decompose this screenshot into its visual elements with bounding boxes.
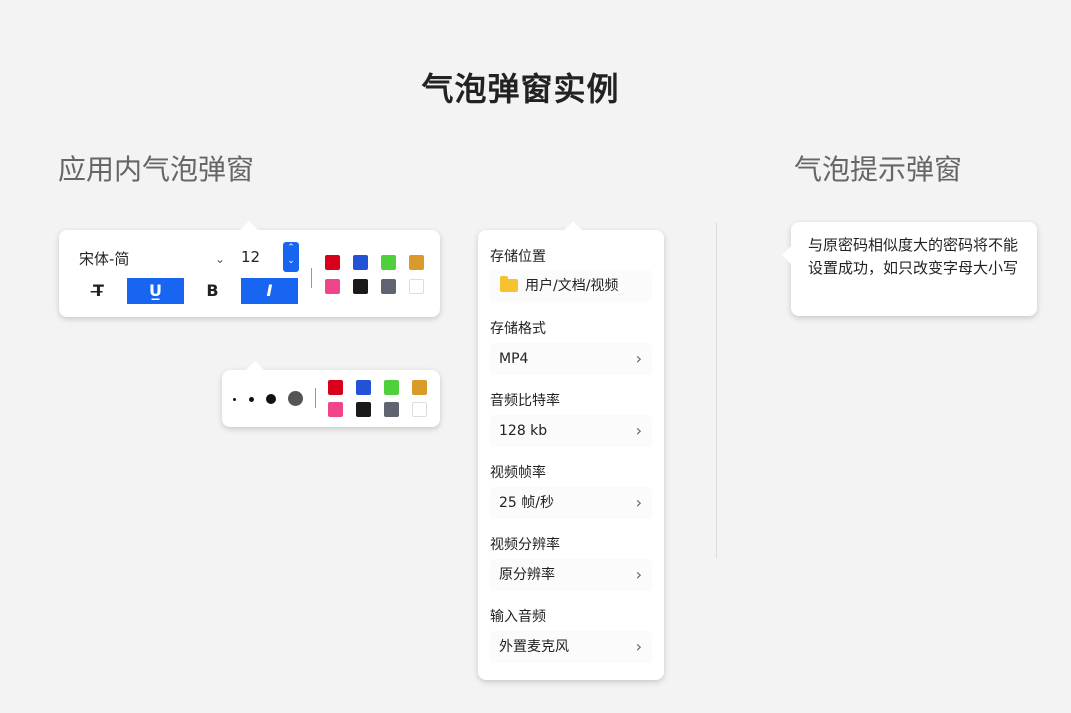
storage-format-label: 存储格式 — [490, 321, 546, 337]
strikethrough-button[interactable]: T̶ — [70, 278, 127, 304]
brush-size-tiny[interactable] — [233, 398, 236, 401]
tip-bubble-heading: 气泡提示弹窗 — [794, 153, 963, 186]
storage-format-select[interactable]: MP4 › — [490, 343, 652, 375]
chevron-down-icon: ⌄ — [214, 252, 225, 266]
folder-icon — [500, 276, 518, 292]
italic-button[interactable]: I — [241, 278, 298, 304]
color-swatch-red[interactable] — [328, 380, 343, 395]
strikethrough-icon: T̶ — [93, 281, 104, 300]
font-family-value: 宋体-简 — [79, 250, 130, 268]
color-swatch-white[interactable] — [409, 279, 424, 294]
audio-bitrate-value: 128 kb — [499, 423, 548, 439]
color-swatch-gold[interactable] — [412, 380, 427, 395]
storage-location-label: 存储位置 — [490, 249, 546, 265]
chevron-right-icon: › — [635, 421, 642, 440]
brush-toolbar-bubble — [222, 361, 440, 427]
font-family-select[interactable]: 宋体-简 ⌄ — [79, 246, 225, 272]
audio-input-select[interactable]: 外置麦克风 › — [490, 631, 652, 663]
video-framerate-label: 视频帧率 — [490, 465, 546, 481]
audio-input-value: 外置麦克风 — [499, 639, 569, 655]
underline-button[interactable]: U̲ — [127, 278, 184, 304]
chevron-up-icon[interactable]: ⌃ — [283, 242, 299, 255]
font-toolbar-bubble: 宋体-简 ⌄ 12 ⌃ ⌄ T̶ U̲ B I — [59, 221, 440, 317]
bubble-arrow — [239, 221, 259, 241]
color-swatch-green[interactable] — [384, 380, 399, 395]
storage-format-value: MP4 — [499, 351, 529, 367]
color-swatch-black[interactable] — [353, 279, 368, 294]
italic-icon: I — [266, 281, 273, 300]
brush-size-small[interactable] — [249, 397, 254, 402]
color-swatch-blue[interactable] — [356, 380, 371, 395]
color-swatch-gray[interactable] — [384, 402, 399, 417]
storage-location-value: 用户/文档/视频 — [525, 278, 619, 294]
color-swatch-black[interactable] — [356, 402, 371, 417]
chevron-right-icon: › — [635, 637, 642, 656]
bubble-arrow — [782, 245, 802, 265]
color-swatch-gold[interactable] — [409, 255, 424, 270]
toolbar-separator — [315, 388, 316, 408]
video-framerate-value: 25 帧/秒 — [499, 495, 554, 511]
chevron-right-icon: › — [635, 565, 642, 584]
color-swatch-red[interactable] — [325, 255, 340, 270]
audio-input-label: 输入音频 — [490, 609, 546, 625]
video-resolution-value: 原分辨率 — [499, 567, 555, 583]
audio-bitrate-label: 音频比特率 — [490, 393, 560, 409]
in-app-bubble-heading: 应用内气泡弹窗 — [58, 153, 255, 186]
chevron-down-icon[interactable]: ⌄ — [283, 255, 299, 268]
underline-icon: U̲ — [149, 281, 162, 300]
page-title: 气泡弹窗实例 — [421, 70, 620, 108]
color-swatch-pink[interactable] — [328, 402, 343, 417]
color-swatch-blue[interactable] — [353, 255, 368, 270]
bold-button[interactable]: B — [184, 278, 241, 304]
tooltip-bubble: 与原密码相似度大的密码将不能设置成功，如只改变字母大小写 — [782, 222, 1037, 316]
color-swatch-green[interactable] — [381, 255, 396, 270]
brush-size-medium[interactable] — [266, 394, 276, 404]
chevron-right-icon: › — [635, 493, 642, 512]
chevron-right-icon: › — [635, 349, 642, 368]
video-resolution-select[interactable]: 原分辨率 › — [490, 559, 652, 591]
toolbar-separator — [311, 268, 312, 288]
video-framerate-select[interactable]: 25 帧/秒 › — [490, 487, 652, 519]
color-swatch-gray[interactable] — [381, 279, 396, 294]
color-swatch-pink[interactable] — [325, 279, 340, 294]
font-size-stepper[interactable]: ⌃ ⌄ — [283, 242, 299, 272]
audio-bitrate-select[interactable]: 128 kb › — [490, 415, 652, 447]
brush-size-large[interactable] — [288, 391, 303, 406]
video-resolution-label: 视频分辨率 — [490, 537, 560, 553]
recording-settings-bubble: 存储位置 用户/文档/视频 存储格式 MP4 › 音频比特率 128 kb › … — [478, 221, 664, 680]
section-divider — [716, 222, 717, 558]
bubble-arrow — [563, 221, 583, 241]
bold-icon: B — [206, 281, 219, 300]
tooltip-text: 与原密码相似度大的密码将不能设置成功，如只改变字母大小写 — [808, 236, 1019, 277]
color-swatch-white[interactable] — [412, 402, 427, 417]
storage-location-field[interactable]: 用户/文档/视频 — [490, 270, 652, 302]
bubble-arrow — [245, 361, 265, 381]
